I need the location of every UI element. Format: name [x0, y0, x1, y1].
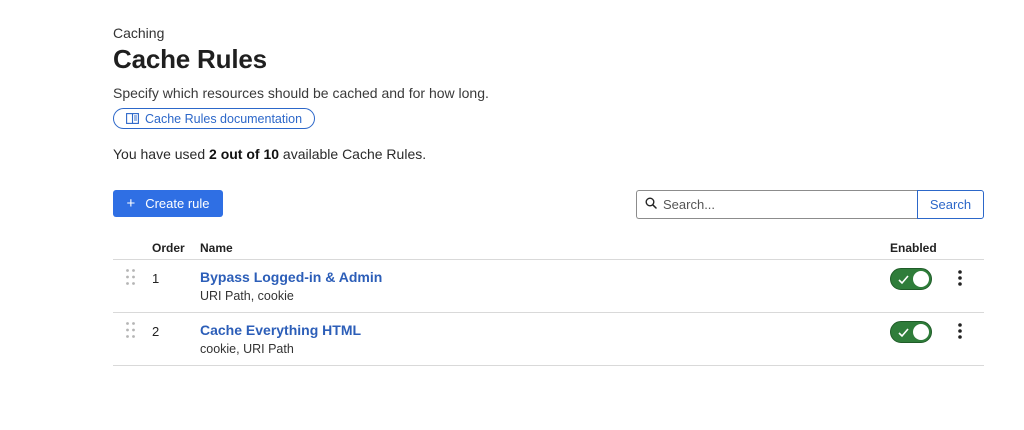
search-button[interactable]: Search	[917, 190, 984, 219]
drag-handle-icon[interactable]	[126, 269, 135, 290]
column-header-order: Order	[152, 241, 185, 255]
create-rule-button[interactable]: + Create rule	[113, 190, 223, 217]
table-header: Order Name Enabled	[113, 236, 984, 260]
create-rule-label: Create rule	[145, 196, 210, 211]
rules-table: Order Name Enabled 1 Bypass Logged-in & …	[113, 236, 984, 366]
enabled-toggle[interactable]	[890, 268, 932, 290]
rule-order: 1	[152, 271, 160, 286]
rule-description: URI Path, cookie	[200, 289, 294, 303]
usage-count: 2 out of 10	[209, 146, 280, 162]
plus-icon: +	[126, 194, 136, 212]
usage-summary: You have used 2 out of 10 available Cach…	[113, 146, 426, 162]
search-input[interactable]	[663, 197, 903, 212]
usage-suffix: available Cache Rules.	[279, 146, 427, 162]
more-options-icon[interactable]	[955, 321, 965, 343]
documentation-link[interactable]: Cache Rules documentation	[113, 108, 316, 129]
usage-prefix: You have used	[113, 146, 210, 162]
drag-handle-icon[interactable]	[126, 322, 135, 343]
page-title: Cache Rules	[113, 44, 267, 74]
more-options-icon[interactable]	[955, 268, 965, 290]
rule-name-link[interactable]: Cache Everything HTML	[200, 322, 361, 338]
documentation-link-label: Cache Rules documentation	[145, 111, 303, 126]
column-header-name: Name	[200, 241, 233, 255]
rule-name-link[interactable]: Bypass Logged-in & Admin	[200, 269, 382, 285]
rule-order: 2	[152, 324, 160, 339]
table-row: 2 Cache Everything HTML cookie, URI Path	[113, 313, 984, 366]
table-row: 1 Bypass Logged-in & Admin URI Path, coo…	[113, 260, 984, 313]
enabled-toggle[interactable]	[890, 321, 932, 343]
page-subtitle: Specify which resources should be cached…	[113, 85, 489, 101]
toggle-knob	[913, 324, 929, 340]
search-field	[636, 190, 917, 219]
rule-description: cookie, URI Path	[200, 342, 294, 356]
section-eyebrow: Caching	[113, 25, 165, 41]
toggle-knob	[913, 271, 929, 287]
column-header-enabled: Enabled	[890, 241, 937, 255]
check-icon	[898, 326, 909, 344]
search-bar: Search	[636, 190, 984, 219]
book-icon	[126, 113, 139, 124]
check-icon	[898, 273, 909, 291]
search-icon	[645, 196, 657, 214]
